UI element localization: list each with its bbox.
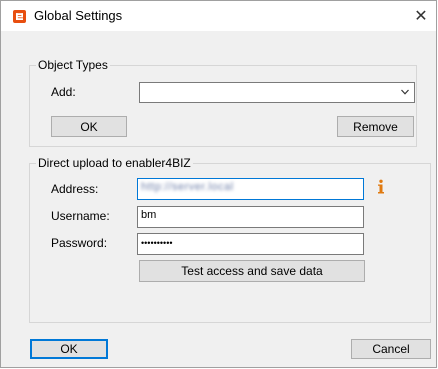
object-types-ok-label: OK bbox=[80, 119, 98, 134]
dialog-ok-label: OK bbox=[60, 342, 78, 356]
dialog-ok-button[interactable]: OK bbox=[30, 339, 108, 359]
username-value: bm bbox=[141, 209, 157, 221]
address-label: Address: bbox=[51, 182, 99, 196]
remove-button[interactable]: Remove bbox=[337, 116, 414, 137]
object-types-ok-button[interactable]: OK bbox=[51, 116, 127, 137]
chevron-down-icon bbox=[401, 89, 409, 95]
global-settings-dialog: Global Settings ✕ Object Types Add: OK R… bbox=[0, 0, 437, 368]
cancel-label: Cancel bbox=[372, 342, 410, 356]
address-field[interactable]: http://server.local bbox=[137, 178, 364, 200]
add-object-type-dropdown[interactable] bbox=[139, 82, 415, 103]
close-button[interactable]: ✕ bbox=[406, 1, 436, 31]
title-bar: Global Settings ✕ bbox=[1, 1, 436, 31]
cancel-button[interactable]: Cancel bbox=[351, 339, 431, 359]
test-access-label: Test access and save data bbox=[181, 264, 323, 278]
username-field[interactable]: bm bbox=[137, 206, 364, 228]
info-icon[interactable] bbox=[376, 179, 386, 195]
window-title: Global Settings bbox=[34, 8, 123, 23]
password-field[interactable]: •••••••••• bbox=[137, 233, 364, 255]
enabler-logo-icon bbox=[13, 10, 26, 23]
object-types-caption: Object Types bbox=[36, 58, 110, 72]
add-label: Add: bbox=[51, 85, 76, 99]
close-icon: ✕ bbox=[414, 8, 428, 25]
address-value: http://server.local bbox=[141, 181, 234, 193]
direct-upload-caption: Direct upload to enabler4BIZ bbox=[36, 156, 193, 170]
test-access-button[interactable]: Test access and save data bbox=[139, 260, 365, 282]
password-label: Password: bbox=[51, 236, 108, 250]
remove-label: Remove bbox=[353, 119, 398, 134]
password-value: •••••••••• bbox=[141, 238, 173, 248]
username-label: Username: bbox=[51, 209, 110, 223]
